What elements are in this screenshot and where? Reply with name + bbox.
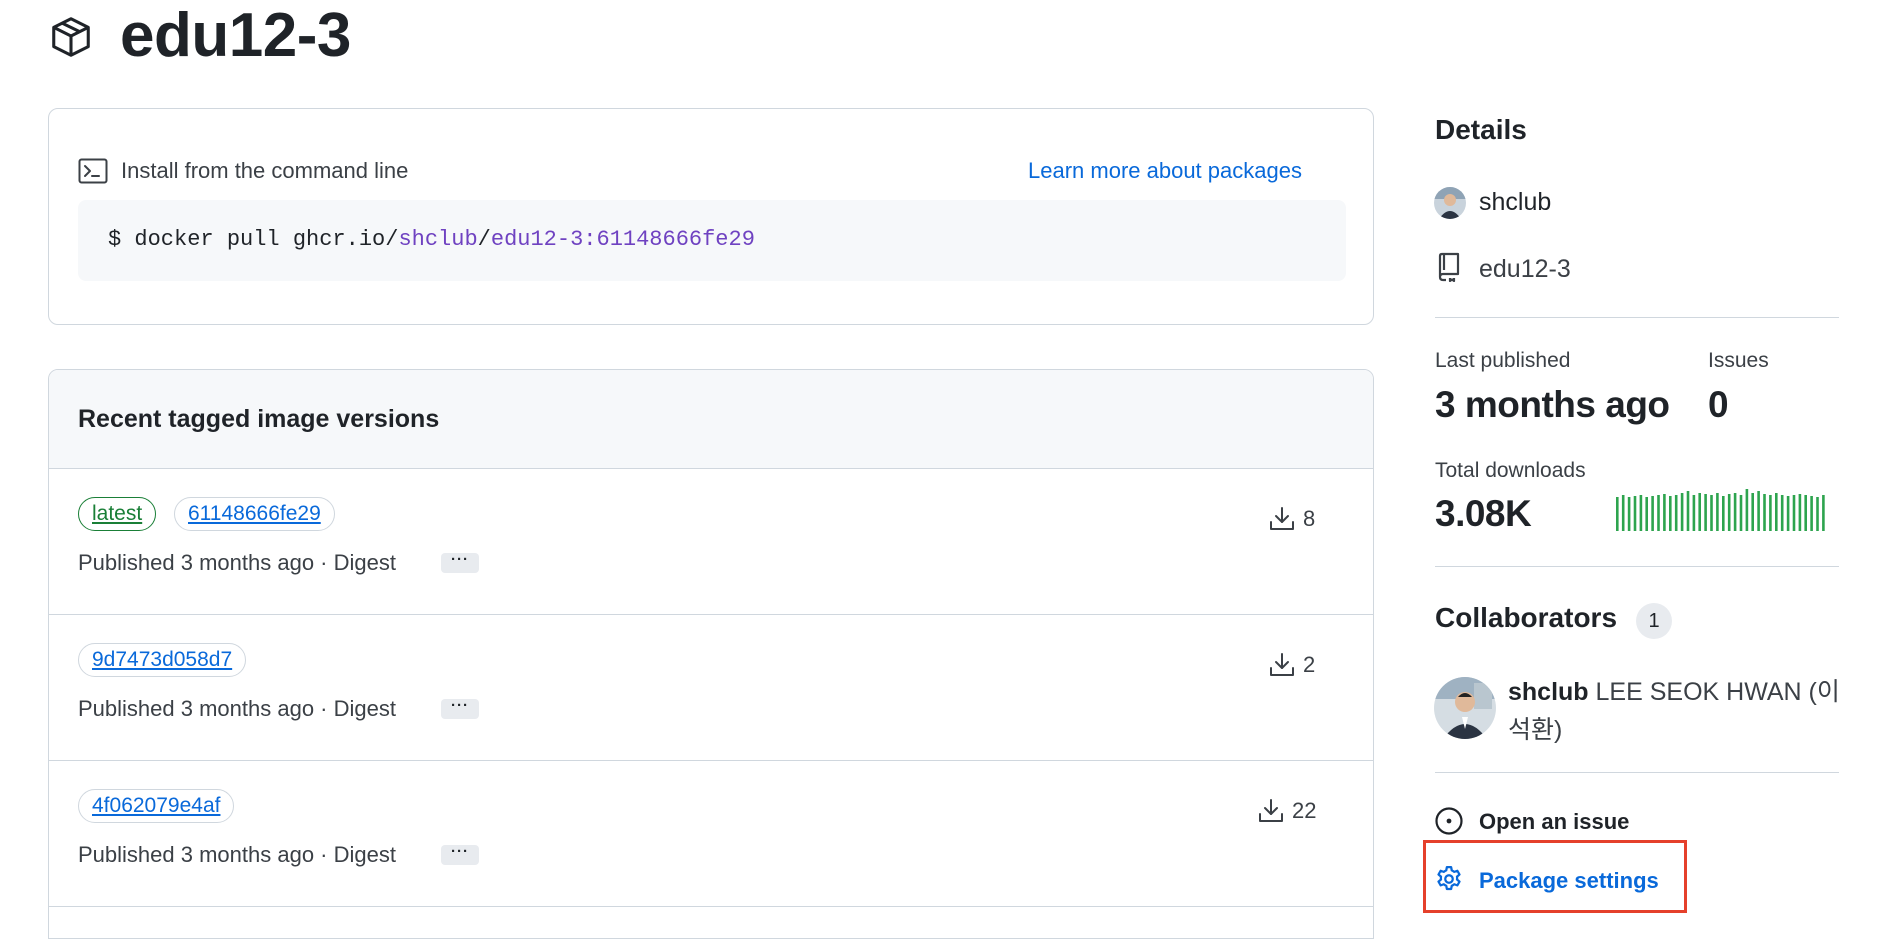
tag-link[interactable]: 4f062079e4af [78,789,235,823]
sparkline-bar [1657,495,1660,531]
version-row: 9d7473d058d7 Published 3 months ago · Di… [49,615,1373,761]
details-heading: Details [1435,114,1527,145]
collaborator-entry[interactable]: shclub LEE SEOK HWAN (이석환) [1508,673,1848,749]
sparkline-bar [1645,497,1648,531]
repo-link[interactable]: edu12-3 [1479,253,1571,285]
sparkline-bar [1804,495,1807,531]
versions-title: Recent tagged image versions [78,405,440,433]
sparkline-bar [1780,495,1784,531]
page-title: edu12-3 [120,1,351,70]
digest-expand-button[interactable]: ··· [441,844,479,865]
sparkline-bar [1745,489,1749,531]
sparkline-bar [1680,493,1684,531]
sparkline-bar [1733,493,1737,531]
published-text: Published 3 months ago · Digest [78,842,396,867]
sparkline-bar [1674,495,1678,531]
published-text: Published 3 months ago · Digest [78,696,396,721]
digest-expand-button[interactable]: ··· [441,552,479,573]
cmd-separator: / [477,227,491,252]
avatar[interactable] [1434,187,1466,219]
total-downloads-value: 3.08K [1435,493,1532,534]
version-row: 4f062079e4af Published 3 months ago · Di… [49,761,1373,907]
downloads-sparkline [1616,489,1825,531]
sparkline-bar [1633,496,1637,531]
sparkline-bar [1786,496,1790,531]
learn-more-link[interactable]: Learn more about packages [1028,158,1302,184]
sparkline-bar [1669,496,1672,531]
sparkline-bar [1769,495,1772,531]
version-row: latest 61148666fe29 Published 3 months a… [49,469,1373,615]
sparkline-bar [1722,496,1725,531]
sparkline-bar [1651,496,1654,531]
download-count: 8 [1268,505,1328,533]
repo-icon [1438,252,1460,282]
sparkline-bar [1822,495,1825,531]
published-text: Published 3 months ago · Digest [78,550,396,575]
download-icon [1259,799,1283,822]
avatar[interactable] [1434,677,1496,739]
download-count: 2 [1268,651,1328,679]
sparkline-bar [1739,495,1743,531]
sparkline-bar [1798,494,1802,531]
divider [1435,317,1839,318]
total-downloads-label: Total downloads [1435,459,1586,482]
sparkline-bar [1727,494,1731,531]
sparkline-bar [1692,495,1696,531]
tag-latest[interactable]: latest [78,497,157,531]
sparkline-bar [1757,491,1760,531]
terminal-icon [78,158,108,184]
sparkline-bar [1751,493,1754,531]
sparkline-bar [1627,497,1631,531]
sparkline-bar [1621,495,1625,531]
sparkline-bar [1763,494,1766,531]
download-number: 8 [1303,506,1316,531]
open-issue-link[interactable]: Open an issue [1479,808,1629,836]
sparkline-bar [1775,493,1778,531]
download-icon [1270,507,1294,530]
sparkline-bar [1810,496,1813,531]
download-number: 2 [1303,652,1316,677]
sparkline-bar [1639,495,1643,531]
owner-link[interactable]: shclub [1479,186,1551,218]
tag-link[interactable]: 61148666fe29 [174,497,335,531]
divider [1435,772,1839,773]
collaborator-login[interactable]: shclub [1508,678,1589,706]
docker-pull-command[interactable]: $ docker pull ghcr.io/shclub/edu12-3:611… [108,226,755,254]
sparkline-bar [1663,494,1666,531]
package-settings-link[interactable]: Package settings [1479,867,1659,895]
digest-expand-button[interactable]: ··· [441,698,479,719]
sparkline-bar [1686,491,1690,531]
issues-value: 0 [1708,384,1729,425]
cmd-prefix: $ docker pull ghcr.io/ [108,227,399,252]
sparkline-bar [1716,493,1719,531]
cmd-owner: shclub [398,227,478,252]
issues-label: Issues [1708,349,1769,372]
versions-header: Recent tagged image versions [49,370,1373,469]
sparkline-bar [1698,493,1701,531]
issue-opened-icon [1435,807,1463,835]
sparkline-bar [1816,497,1819,531]
last-published-value: 3 months ago [1435,384,1670,425]
collaborators-heading: Collaborators [1435,602,1618,633]
cmd-image: edu12-3:61148666fe29 [490,227,755,252]
versions-panel: Recent tagged image versions latest 6114… [48,369,1374,939]
tag-link[interactable]: 9d7473d058d7 [78,643,247,677]
package-icon [52,17,90,57]
last-published-label: Last published [1435,349,1571,372]
collaborators-count-badge: 1 [1636,603,1672,639]
divider [1435,566,1839,567]
install-label: Install from the command line [121,158,409,183]
sparkline-bar [1710,495,1713,531]
download-count: 22 [1257,797,1329,825]
download-number: 22 [1292,798,1317,823]
sparkline-bar [1792,495,1796,531]
sparkline-bar [1704,494,1707,531]
sparkline-bar [1616,497,1619,531]
gear-icon [1437,866,1461,891]
download-icon [1270,653,1294,676]
